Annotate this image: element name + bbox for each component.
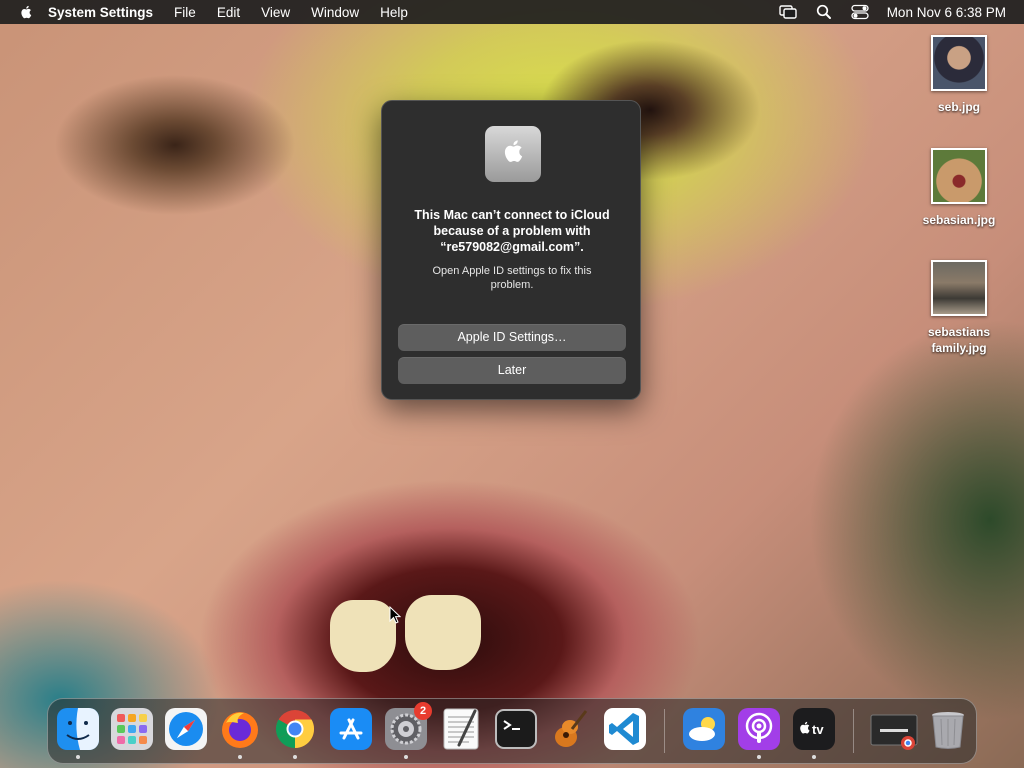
dock-safari[interactable]	[164, 707, 208, 751]
weather-icon	[683, 708, 725, 750]
dock-minimized-chrome-window[interactable]	[870, 707, 918, 751]
apple-id-settings-button[interactable]: Apple ID Settings…	[398, 324, 626, 351]
chrome-icon	[275, 710, 315, 749]
screen-mirroring-icon[interactable]	[778, 4, 797, 20]
desktop-file-sebastians-family[interactable]: sebastians family.jpg	[911, 260, 1007, 356]
notification-badge: 2	[414, 702, 432, 720]
dock: 2 tv	[47, 698, 977, 764]
launchpad-icon	[111, 708, 153, 750]
running-indicator	[757, 755, 761, 759]
image-thumbnail	[931, 35, 987, 91]
control-center-icon[interactable]	[851, 4, 869, 20]
safari-icon	[165, 708, 207, 750]
menu-file[interactable]: File	[174, 5, 196, 20]
dialog-message: Open Apple ID settings to fix this probl…	[432, 265, 592, 291]
dock-visual-studio-code[interactable]	[603, 707, 647, 751]
apple-menu-icon[interactable]	[18, 4, 34, 20]
dock-system-settings[interactable]: 2	[384, 702, 432, 759]
textedit-icon	[443, 708, 479, 750]
dock-textedit[interactable]	[439, 707, 483, 751]
apple-logo-icon	[504, 140, 523, 162]
menu-app-name[interactable]: System Settings	[48, 5, 153, 20]
dialog-title: This Mac can’t connect to iCloud because…	[414, 208, 610, 254]
icloud-alert-dialog: This Mac can’t connect to iCloud because…	[381, 100, 641, 400]
garageband-icon	[555, 710, 588, 747]
trash-icon	[932, 712, 964, 749]
dock-garageband[interactable]	[548, 707, 592, 751]
image-thumbnail	[931, 260, 987, 316]
system-settings-icon	[485, 126, 541, 182]
podcasts-icon	[738, 708, 780, 750]
dock-firefox[interactable]	[218, 707, 262, 759]
dock-app-store[interactable]	[329, 707, 373, 751]
terminal-icon	[495, 709, 537, 749]
running-indicator	[293, 755, 297, 759]
minimized-window-icon	[870, 714, 918, 750]
desktop-file-sebasian[interactable]: sebasian.jpg	[911, 148, 1007, 228]
desktop-file-label: sebasian.jpg	[922, 213, 996, 227]
desktop-file-label: seb.jpg	[937, 100, 980, 114]
running-indicator	[76, 755, 80, 759]
dock-separator	[853, 709, 854, 753]
dock-podcasts[interactable]	[737, 707, 781, 759]
running-indicator	[404, 755, 408, 759]
vscode-icon	[604, 708, 646, 750]
dock-google-chrome[interactable]	[273, 707, 317, 759]
later-button[interactable]: Later	[398, 357, 626, 384]
menu-help[interactable]: Help	[380, 5, 408, 20]
menu-view[interactable]: View	[261, 5, 290, 20]
desktop-file-label: sebastians family.jpg	[927, 325, 991, 355]
dock-weather[interactable]	[682, 707, 726, 751]
menu-window[interactable]: Window	[311, 5, 359, 20]
desktop-file-seb[interactable]: seb.jpg	[911, 35, 1007, 115]
running-indicator	[238, 755, 242, 759]
firefox-icon	[222, 712, 258, 748]
dock-tv[interactable]: tv	[792, 707, 836, 759]
tv-label: tv	[812, 722, 824, 737]
dock-separator	[664, 709, 665, 753]
menu-edit[interactable]: Edit	[217, 5, 240, 20]
apple-tv-icon: tv	[793, 708, 835, 750]
wallpaper-detail	[330, 600, 396, 672]
mouse-cursor-icon	[389, 606, 401, 624]
dock-terminal[interactable]	[494, 707, 538, 751]
spotlight-search-icon[interactable]	[815, 4, 833, 20]
app-store-icon	[330, 708, 372, 750]
image-thumbnail	[931, 148, 987, 204]
wallpaper-detail	[405, 595, 481, 670]
finder-icon	[57, 708, 99, 750]
menubar-clock[interactable]: Mon Nov 6 6:38 PM	[887, 5, 1006, 20]
dock-launchpad[interactable]	[110, 707, 154, 751]
dock-trash[interactable]	[926, 707, 970, 751]
menu-bar: System Settings File Edit View Window He…	[0, 0, 1024, 24]
running-indicator	[812, 755, 816, 759]
dock-finder[interactable]	[56, 707, 100, 759]
